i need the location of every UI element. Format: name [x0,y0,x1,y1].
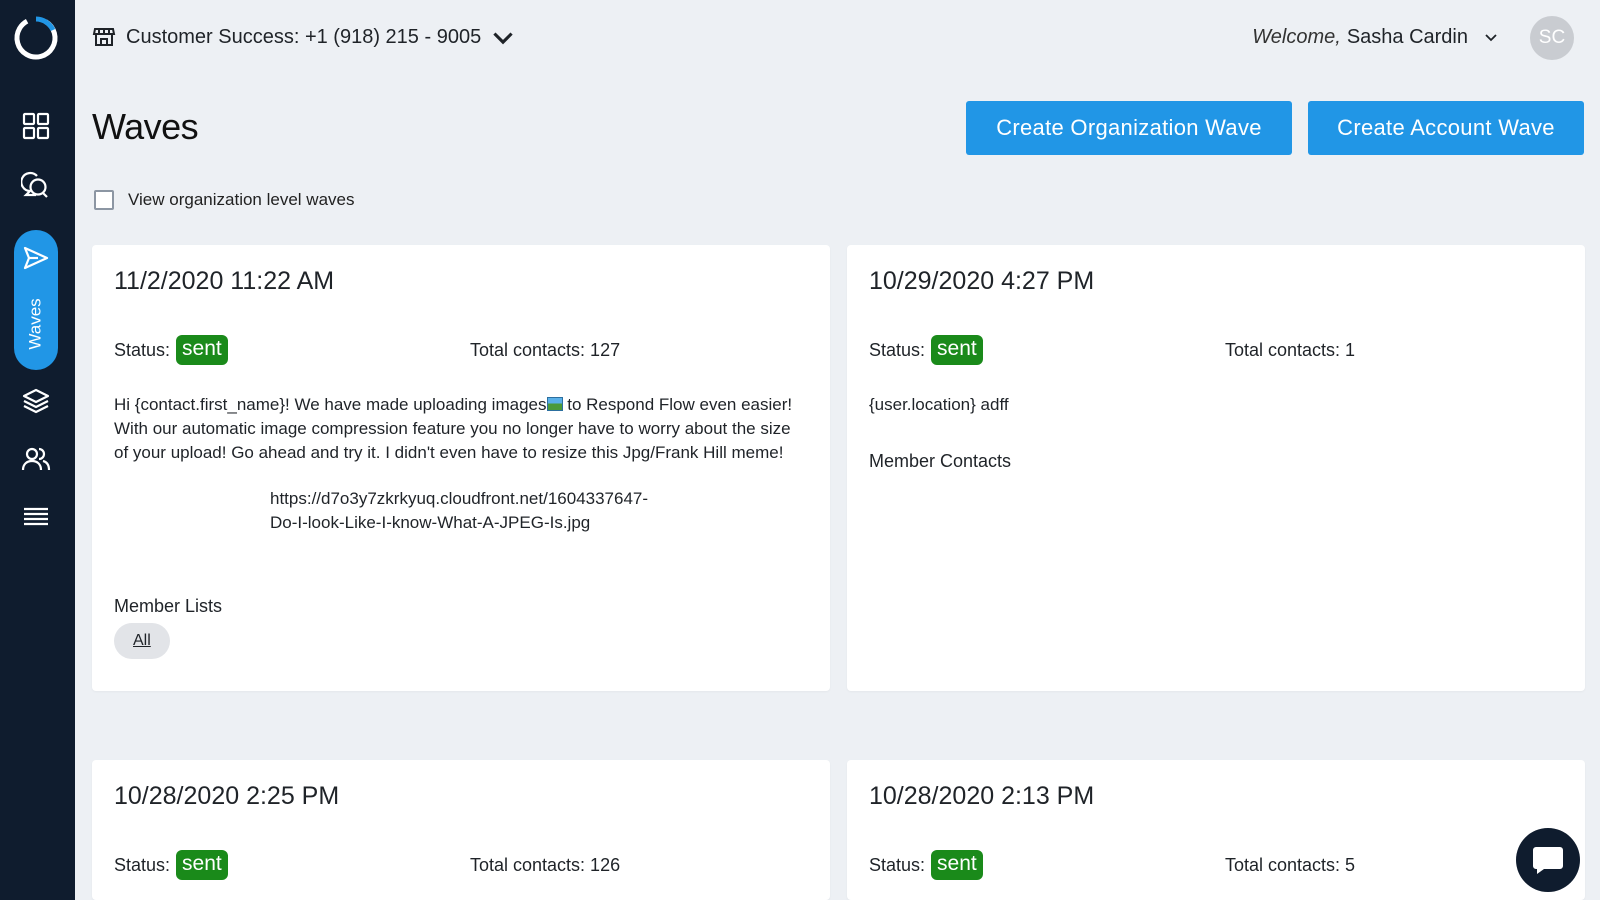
sidebar-item-waves[interactable]: Waves [14,230,58,370]
wave-card[interactable]: 10/28/2020 2:13 PM Status: sent Total co… [847,760,1585,900]
chevron-down-icon [493,32,513,45]
storefront-icon [92,28,116,46]
view-org-waves-label: View organization level waves [128,190,355,209]
status-label: Status: [869,854,926,875]
chat-bubble-icon [1533,847,1563,874]
wave-card[interactable]: 10/28/2020 2:25 PM Status: sent Total co… [92,760,830,900]
member-contacts-label: Member Contacts [869,451,1012,471]
status-label: Status: [114,339,171,360]
layers-icon[interactable] [20,385,52,417]
conversations-icon[interactable] [20,170,52,202]
chat-launcher-button[interactable] [1516,828,1580,892]
send-icon [23,246,49,270]
wave-status: Status: sent [869,850,983,880]
user-menu[interactable]: Welcome, Sasha Cardin [1252,22,1498,52]
wave-card[interactable]: 11/2/2020 11:22 AM Status: sent Total co… [92,245,830,691]
customer-success-dropdown[interactable]: Customer Success: +1 (918) 215 - 9005 [92,22,515,52]
create-organization-wave-button[interactable]: Create Organization Wave [966,101,1292,155]
avatar[interactable]: SC [1530,16,1574,60]
chevron-down-icon [1485,34,1497,42]
view-org-waves-filter[interactable]: View organization level waves [94,190,354,210]
customer-success-phone: Customer Success: +1 (918) 215 - 9005 [126,25,482,48]
total-contacts: Total contacts: 5 [1225,855,1356,875]
status-label: Status: [869,339,926,360]
member-list-chip[interactable]: All [114,623,170,659]
status-label: Status: [114,854,171,875]
page-title: Waves [92,106,199,147]
wave-status: Status: sent [114,850,228,880]
status-badge: sent [176,335,228,365]
sidebar-item-label: Waves [26,298,46,350]
wave-card[interactable]: 10/29/2020 4:27 PM Status: sent Total co… [847,245,1585,691]
users-icon[interactable] [20,443,52,475]
member-lists-label: Member Lists [114,596,223,616]
welcome-text: Welcome, [1252,25,1341,48]
status-badge: sent [176,850,228,880]
wave-date: 11/2/2020 11:22 AM [114,267,335,295]
create-account-wave-button[interactable]: Create Account Wave [1308,101,1584,155]
app-logo[interactable] [12,14,60,62]
image-icon [546,397,563,411]
wave-status: Status: sent [114,335,228,365]
wave-message: {user.location} adff [869,395,1009,414]
user-name: Sasha Cardin [1346,25,1468,48]
view-org-waves-checkbox[interactable] [94,190,114,210]
wave-message: Hi {contact.first_name}! We have made up… [114,395,793,462]
wave-media-url: https://d7o3y7zkrkyuq.cloudfront.net/160… [270,489,649,532]
total-contacts: Total contacts: 126 [470,855,621,875]
wave-date: 10/28/2020 2:25 PM [114,782,340,810]
status-badge: sent [931,850,983,880]
dashboard-icon[interactable] [20,110,52,142]
wave-date: 10/29/2020 4:27 PM [869,267,1095,295]
sidebar: Waves [0,0,75,900]
menu-icon[interactable] [20,501,52,533]
total-contacts: Total contacts: 127 [470,340,621,360]
total-contacts: Total contacts: 1 [1225,340,1356,360]
status-badge: sent [931,335,983,365]
wave-date: 10/28/2020 2:13 PM [869,782,1095,810]
wave-status: Status: sent [869,335,983,365]
